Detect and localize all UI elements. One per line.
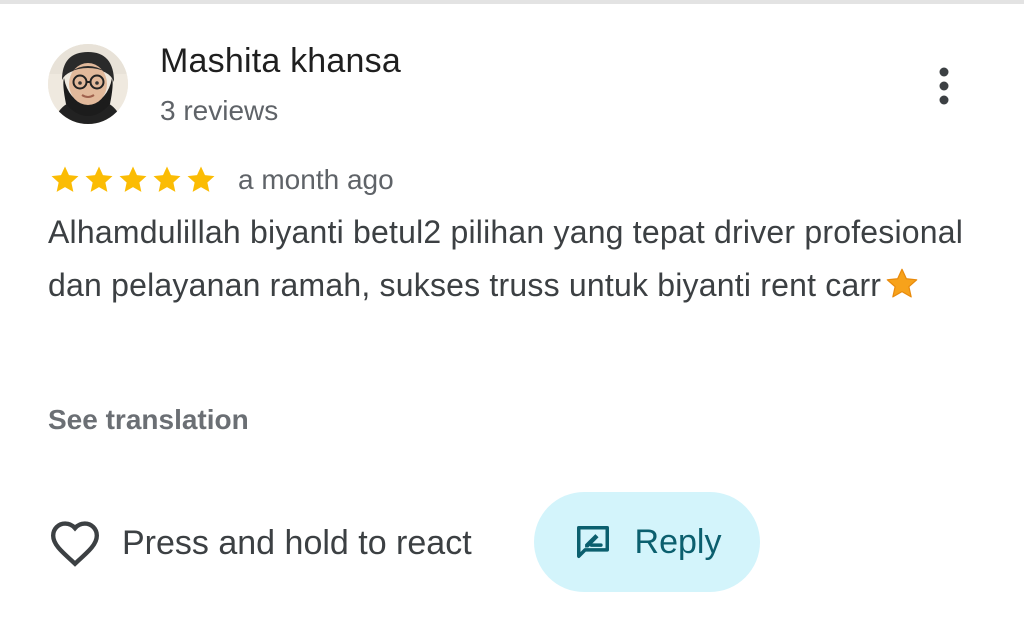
heart-outline-icon bbox=[50, 521, 100, 567]
star-rating bbox=[48, 163, 218, 197]
review-body: Alhamdulillah biyanti betul2 pilihan yan… bbox=[48, 214, 964, 303]
reply-button[interactable]: Reply bbox=[534, 492, 760, 592]
see-translation-link[interactable]: See translation bbox=[48, 404, 249, 436]
rating-row: a month ago bbox=[48, 160, 394, 200]
more-vert-icon bbox=[939, 67, 949, 105]
star-icon bbox=[85, 166, 113, 192]
review-text: Alhamdulillah biyanti betul2 pilihan yan… bbox=[48, 206, 968, 312]
react-label: Press and hold to react bbox=[122, 523, 472, 562]
review-count[interactable]: 3 reviews bbox=[160, 95, 278, 127]
user-avatar-photo bbox=[48, 44, 128, 124]
rate-review-icon bbox=[576, 526, 609, 558]
star-icon bbox=[187, 166, 215, 192]
top-divider bbox=[0, 0, 1024, 4]
more-options-button[interactable] bbox=[920, 60, 968, 112]
react-button[interactable]: Press and hold to react bbox=[48, 515, 472, 571]
review-time: a month ago bbox=[238, 164, 394, 195]
star-emoji-icon bbox=[886, 268, 918, 298]
star-icon bbox=[119, 166, 147, 192]
star-icon bbox=[153, 166, 181, 192]
avatar[interactable] bbox=[48, 44, 128, 124]
reply-label: Reply bbox=[634, 522, 722, 561]
star-icon bbox=[51, 166, 79, 192]
author-name[interactable]: Mashita khansa bbox=[160, 42, 401, 81]
